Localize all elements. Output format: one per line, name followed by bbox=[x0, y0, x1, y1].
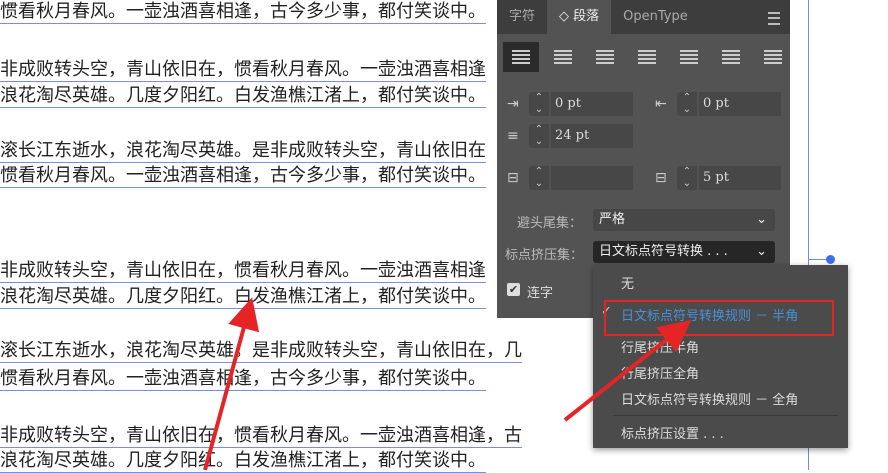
red-arrow-right bbox=[563, 320, 692, 422]
red-arrow-up bbox=[203, 297, 260, 470]
annotation-arrows bbox=[203, 297, 692, 470]
